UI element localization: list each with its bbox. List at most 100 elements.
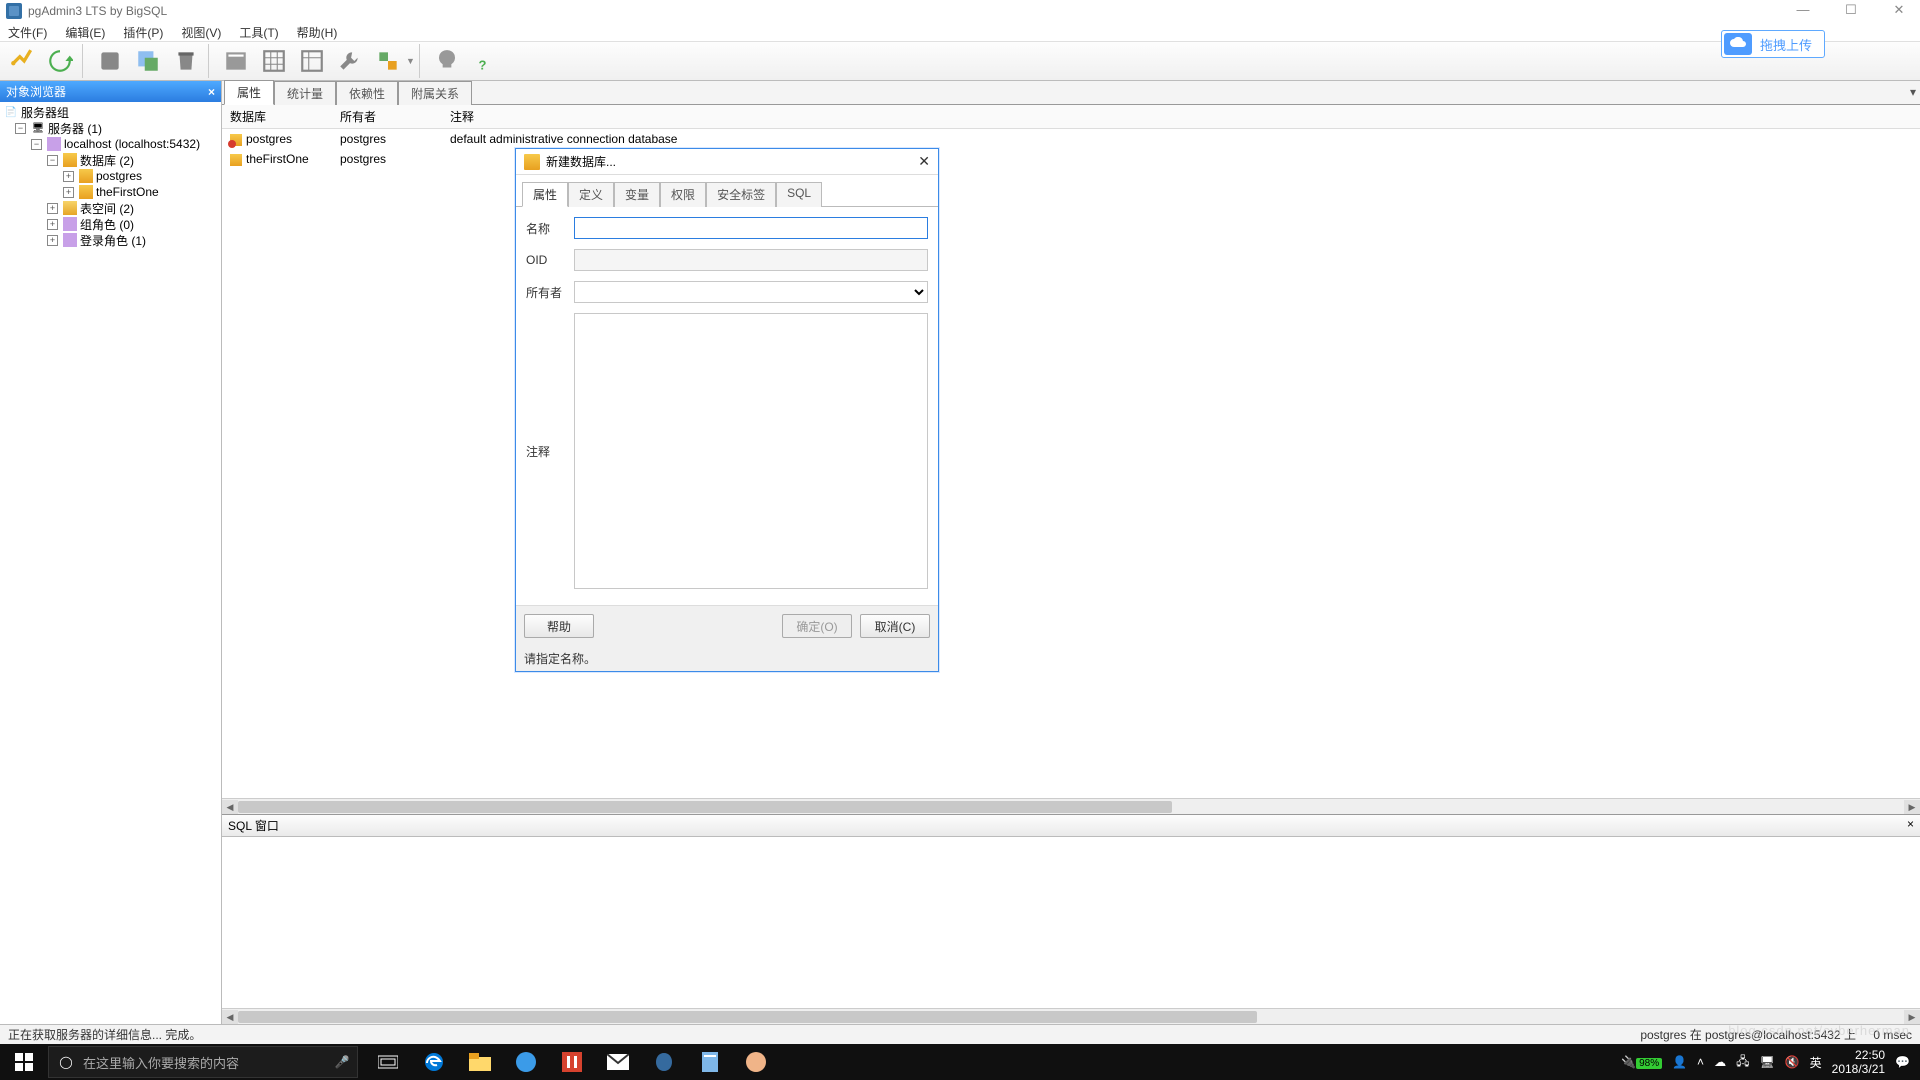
- panel-close-icon[interactable]: ×: [208, 85, 215, 99]
- tree-tablespaces[interactable]: 表空间 (2): [80, 200, 134, 217]
- tree-server-group[interactable]: 服务器组: [21, 104, 69, 121]
- object-tree[interactable]: 📄服务器组 −🖥服务器 (1) −localhost (localhost:54…: [0, 102, 221, 1024]
- help-button[interactable]: 帮助: [524, 614, 594, 638]
- notepad-icon[interactable]: [688, 1044, 732, 1080]
- tb-plugin-icon[interactable]: [370, 44, 406, 78]
- dtab-definition[interactable]: 定义: [568, 182, 614, 207]
- dtab-privileges[interactable]: 权限: [660, 182, 706, 207]
- dtab-properties[interactable]: 属性: [522, 182, 568, 207]
- tb-delete-icon[interactable]: [168, 44, 204, 78]
- tray-onedrive-icon[interactable]: ☁: [1714, 1055, 1726, 1069]
- expand-icon[interactable]: −: [15, 123, 26, 134]
- tab-properties[interactable]: 属性: [224, 80, 274, 105]
- tree-servers[interactable]: 服务器 (1): [48, 120, 102, 137]
- menu-tools[interactable]: 工具(T): [239, 24, 278, 41]
- menu-plugins[interactable]: 插件(P): [123, 24, 163, 41]
- tb-properties-icon[interactable]: [92, 44, 128, 78]
- dtab-variables[interactable]: 变量: [614, 182, 660, 207]
- tb-new-icon[interactable]: [130, 44, 166, 78]
- close-icon[interactable]: ✕: [1886, 2, 1912, 18]
- comment-textarea[interactable]: [574, 313, 928, 589]
- expand-icon[interactable]: +: [63, 187, 74, 198]
- horizontal-scrollbar[interactable]: ◀ ▶: [222, 798, 1920, 814]
- tree-databases[interactable]: 数据库 (2): [80, 152, 134, 169]
- dtab-security[interactable]: 安全标签: [706, 182, 776, 207]
- menu-view[interactable]: 视图(V): [181, 24, 221, 41]
- scrollbar-thumb[interactable]: [238, 801, 1172, 813]
- tray-display-icon[interactable]: 🖥: [1759, 1055, 1774, 1069]
- action-center-icon[interactable]: 💬: [1895, 1055, 1910, 1069]
- tray-ime[interactable]: 英: [1810, 1054, 1822, 1071]
- scroll-left-icon[interactable]: ◀: [222, 800, 238, 814]
- tabstrip-overflow-icon[interactable]: ▾: [1910, 85, 1916, 99]
- sql-body[interactable]: [222, 837, 1920, 1008]
- tb-grid-icon[interactable]: [256, 44, 292, 78]
- tb-filter-icon[interactable]: [294, 44, 330, 78]
- expand-icon[interactable]: +: [47, 235, 58, 246]
- tree-localhost[interactable]: localhost (localhost:5432): [64, 137, 200, 151]
- tab-statistics[interactable]: 统计量: [274, 81, 336, 105]
- expand-icon[interactable]: −: [31, 139, 42, 150]
- app-icon-orange[interactable]: [734, 1044, 778, 1080]
- mail-icon[interactable]: [596, 1044, 640, 1080]
- scroll-right-icon[interactable]: ▶: [1904, 1010, 1920, 1024]
- taskbar-search[interactable]: ◯ 在这里输入你要搜索的内容 🎤: [48, 1046, 358, 1078]
- tb-help-icon[interactable]: ?: [467, 44, 503, 78]
- start-button[interactable]: [4, 1044, 44, 1080]
- scrollbar-thumb[interactable]: [238, 1011, 1257, 1023]
- tree-login-roles[interactable]: 登录角色 (1): [80, 232, 146, 249]
- tb-sql-icon[interactable]: [218, 44, 254, 78]
- dialog-close-icon[interactable]: ✕: [918, 153, 930, 170]
- expand-icon[interactable]: +: [63, 171, 74, 182]
- tb-wrench-icon[interactable]: [332, 44, 368, 78]
- cloud-upload-button[interactable]: 拖拽上传: [1721, 30, 1825, 58]
- tree-db-postgres[interactable]: postgres: [96, 169, 142, 183]
- table-row[interactable]: theFirstOne postgres: [222, 149, 1920, 169]
- col-database[interactable]: 数据库: [222, 105, 332, 128]
- tray-chevron-icon[interactable]: ˄: [1697, 1055, 1704, 1069]
- tree-db-firstone[interactable]: theFirstOne: [96, 185, 159, 199]
- scroll-right-icon[interactable]: ▶: [1904, 800, 1920, 814]
- tab-dependencies[interactable]: 依赖性: [336, 81, 398, 105]
- taskbar-clock[interactable]: 22:50 2018/3/21: [1832, 1048, 1885, 1077]
- expand-icon[interactable]: −: [47, 155, 58, 166]
- menu-edit[interactable]: 编辑(E): [65, 24, 105, 41]
- col-comment[interactable]: 注释: [442, 105, 1920, 128]
- expand-icon[interactable]: +: [47, 219, 58, 230]
- dtab-sql[interactable]: SQL: [776, 182, 822, 207]
- tab-dependents[interactable]: 附属关系: [398, 81, 472, 105]
- tray-volume-icon[interactable]: 🔇: [1785, 1055, 1800, 1069]
- dialog-titlebar[interactable]: 新建数据库... ✕: [516, 149, 938, 175]
- tb-refresh-icon[interactable]: [42, 44, 78, 78]
- table-row[interactable]: postgres postgres default administrative…: [222, 129, 1920, 149]
- name-input[interactable]: [574, 217, 928, 239]
- horizontal-scrollbar[interactable]: ◀ ▶: [222, 1008, 1920, 1024]
- tree-group-roles[interactable]: 组角色 (0): [80, 216, 134, 233]
- cancel-button[interactable]: 取消(C): [860, 614, 930, 638]
- app-icon-red[interactable]: [550, 1044, 594, 1080]
- taskview-icon[interactable]: [366, 1044, 410, 1080]
- menu-help[interactable]: 帮助(H): [297, 24, 338, 41]
- pgadmin-taskbar-icon[interactable]: [642, 1044, 686, 1080]
- tb-dropdown-arrow[interactable]: ▼: [406, 56, 415, 66]
- tray-network-icon[interactable]: 🖧: [1736, 1052, 1749, 1073]
- grid-body[interactable]: postgres postgres default administrative…: [222, 129, 1920, 798]
- col-owner[interactable]: 所有者: [332, 105, 442, 128]
- tray-people-icon[interactable]: 👤: [1672, 1055, 1687, 1069]
- expand-icon[interactable]: +: [47, 203, 58, 214]
- battery-icon[interactable]: 🔌98%: [1621, 1055, 1662, 1069]
- edge-icon[interactable]: [412, 1044, 456, 1080]
- owner-select[interactable]: [574, 281, 928, 303]
- microphone-icon[interactable]: 🎤: [327, 1055, 357, 1069]
- tb-connect-icon[interactable]: [4, 44, 40, 78]
- cortana-icon[interactable]: ◯: [49, 1055, 83, 1069]
- app-icon-blue[interactable]: [504, 1044, 548, 1080]
- menu-file[interactable]: 文件(F): [8, 24, 47, 41]
- tb-hint-icon[interactable]: [429, 44, 465, 78]
- minimize-icon[interactable]: —: [1790, 2, 1816, 18]
- maximize-icon[interactable]: ☐: [1838, 2, 1864, 18]
- panel-close-icon[interactable]: ×: [1907, 817, 1914, 834]
- scroll-left-icon[interactable]: ◀: [222, 1010, 238, 1024]
- explorer-icon[interactable]: [458, 1044, 502, 1080]
- system-tray[interactable]: 🔌98% 👤 ˄ ☁ 🖧 🖥 🔇 英 22:50 2018/3/21 💬: [1621, 1048, 1916, 1077]
